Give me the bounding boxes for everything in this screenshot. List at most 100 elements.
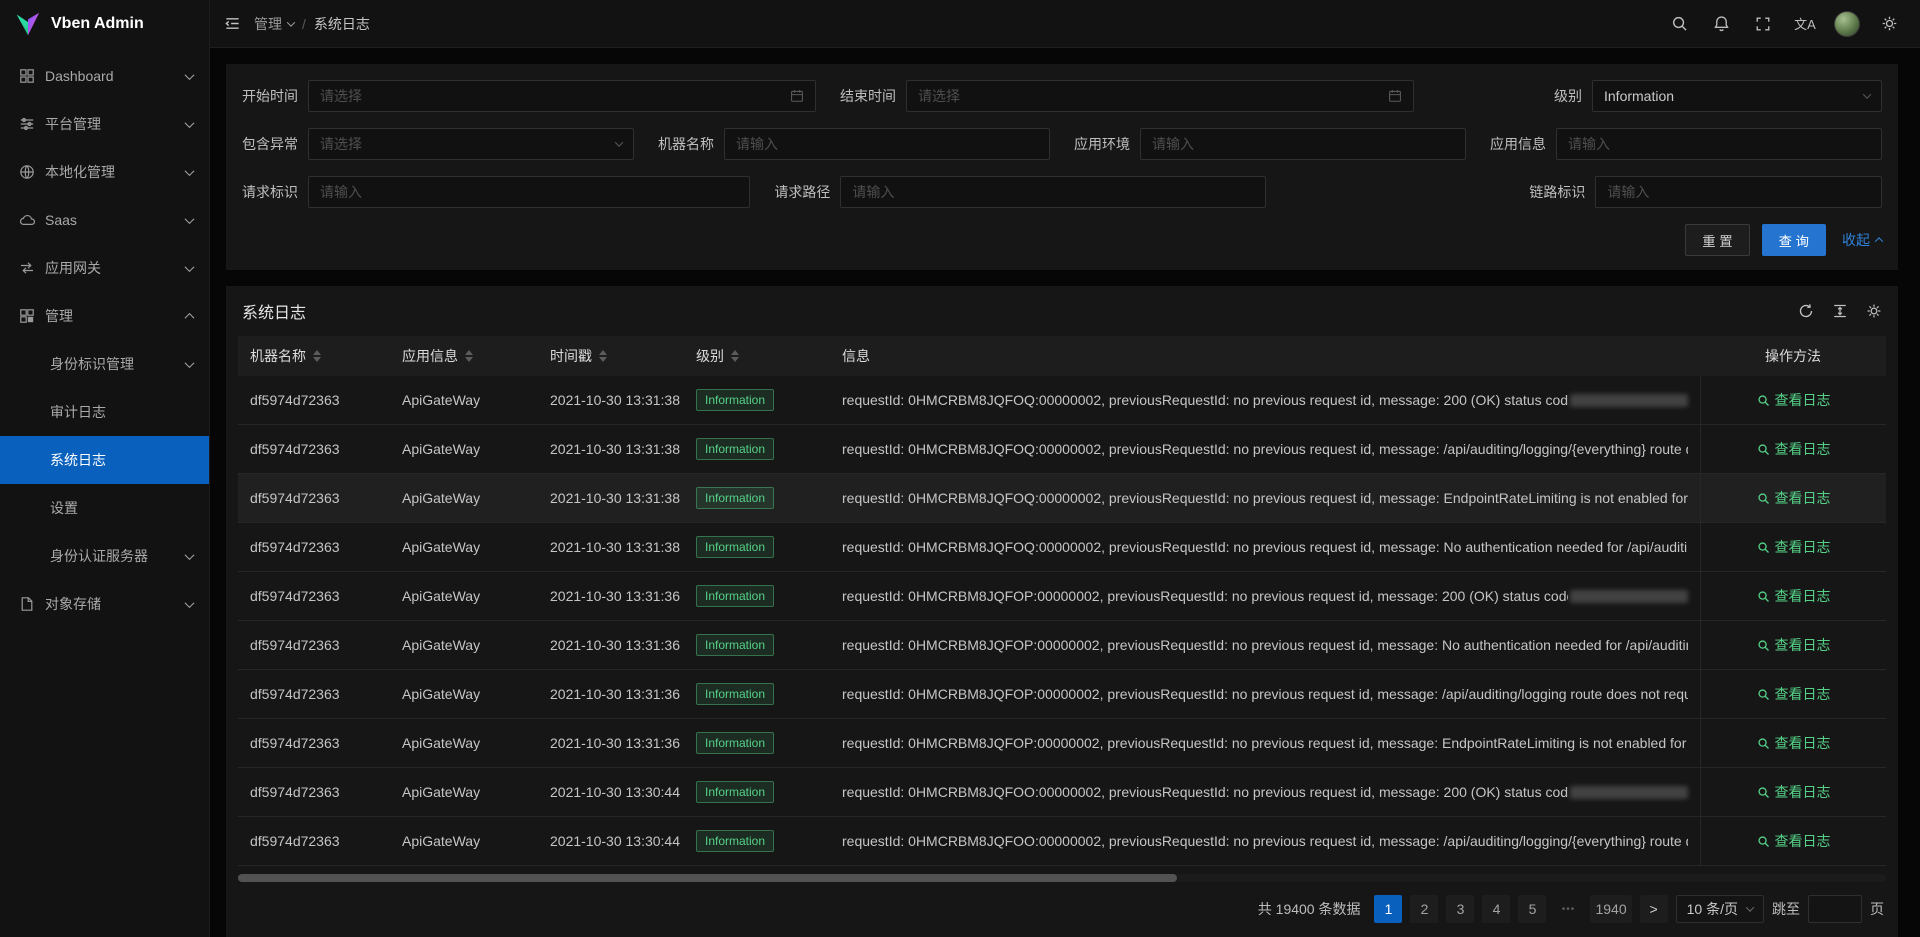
view-log-link[interactable]: 查看日志: [1757, 488, 1831, 508]
table-row[interactable]: df5974d72363 ApiGateWay 2021-10-30 13:30…: [238, 768, 1886, 817]
sidebar-item-localization[interactable]: 本地化管理: [0, 148, 209, 196]
search-icon[interactable]: [1658, 0, 1700, 48]
start-time-input-inner[interactable]: [320, 88, 782, 104]
sidebar-item-object-storage[interactable]: 对象存储: [0, 580, 209, 628]
end-time-input-inner[interactable]: [918, 88, 1380, 104]
column-header-machine-name[interactable]: 机器名称: [238, 346, 390, 366]
cell-message: requestId: 0HMCRBM8JQFOP:00000002, previ…: [830, 572, 1700, 620]
column-header-timestamp[interactable]: 时间戳: [538, 346, 684, 366]
request-id-input-inner[interactable]: [320, 184, 738, 200]
scrollbar-thumb[interactable]: [238, 874, 1177, 882]
machine-name-input[interactable]: [724, 128, 1050, 160]
view-log-link[interactable]: 查看日志: [1757, 390, 1831, 410]
app-logo[interactable]: Vben Admin: [0, 0, 209, 48]
column-label: 级别: [696, 346, 724, 366]
table-row[interactable]: df5974d72363 ApiGateWay 2021-10-30 13:31…: [238, 621, 1886, 670]
machine-name-input-inner[interactable]: [736, 136, 1038, 152]
avatar[interactable]: [1826, 0, 1868, 48]
breadcrumb-section[interactable]: 管理: [254, 14, 294, 34]
column-header-level[interactable]: 级别: [684, 346, 830, 366]
reset-button[interactable]: 重 置: [1685, 224, 1749, 256]
request-path-input-inner[interactable]: [852, 184, 1254, 200]
breadcrumb-separator: /: [302, 16, 306, 32]
sidebar-item-auth-server[interactable]: 身份认证服务器: [0, 532, 209, 580]
view-log-link[interactable]: 查看日志: [1757, 586, 1831, 606]
cell-message: requestId: 0HMCRBM8JQFOQ:00000002, previ…: [830, 425, 1700, 473]
table-row[interactable]: df5974d72363 ApiGateWay 2021-10-30 13:31…: [238, 670, 1886, 719]
pagination-page[interactable]: 1940: [1590, 895, 1631, 923]
settings-icon[interactable]: [1868, 0, 1910, 48]
table-row[interactable]: df5974d72363 ApiGateWay 2021-10-30 13:31…: [238, 523, 1886, 572]
query-button[interactable]: 查 询: [1762, 224, 1826, 256]
pagination-page[interactable]: 2: [1410, 895, 1438, 923]
request-path-input[interactable]: [840, 176, 1266, 208]
table-row[interactable]: df5974d72363 ApiGateWay 2021-10-30 13:31…: [238, 474, 1886, 523]
cell-timestamp: 2021-10-30 13:30:44: [538, 768, 684, 816]
app-info-input-inner[interactable]: [1568, 136, 1870, 152]
sidebar-item-audit-log[interactable]: 审计日志: [0, 388, 209, 436]
trace-id-input-inner[interactable]: [1607, 184, 1870, 200]
bell-icon[interactable]: [1700, 0, 1742, 48]
refresh-icon[interactable]: [1798, 303, 1814, 319]
view-log-link[interactable]: 查看日志: [1757, 831, 1831, 851]
view-log-link[interactable]: 查看日志: [1757, 733, 1831, 753]
table-row[interactable]: df5974d72363 ApiGateWay 2021-10-30 13:31…: [238, 425, 1886, 474]
table-row[interactable]: df5974d72363 ApiGateWay 2021-10-30 13:31…: [238, 376, 1886, 425]
page-size-select[interactable]: 10 条/页: [1676, 895, 1764, 923]
pagination-page[interactable]: 1: [1374, 895, 1402, 923]
chevron-up-icon: [185, 312, 195, 322]
sidebar-item-saas[interactable]: Saas: [0, 196, 209, 244]
sidebar-item-management[interactable]: 管理: [0, 292, 209, 340]
app-environment-input[interactable]: [1140, 128, 1466, 160]
fullscreen-icon[interactable]: [1742, 0, 1784, 48]
cell-message: requestId: 0HMCRBM8JQFOQ:00000002, previ…: [830, 523, 1700, 571]
has-exception-field: 包含异常 请选择: [242, 128, 634, 160]
end-time-input[interactable]: [906, 80, 1414, 112]
search-icon: [1757, 443, 1770, 456]
sidebar-item-identity-management[interactable]: 身份标识管理: [0, 340, 209, 388]
menu-fold-icon[interactable]: [210, 0, 254, 48]
column-height-icon[interactable]: [1832, 303, 1848, 319]
request-id-input[interactable]: [308, 176, 750, 208]
cell-machine-name: df5974d72363: [238, 719, 390, 767]
pagination-next-button[interactable]: >: [1640, 895, 1668, 923]
sidebar-item-label: Dashboard: [45, 68, 176, 84]
level-select[interactable]: Information: [1592, 80, 1882, 112]
table-row[interactable]: df5974d72363 ApiGateWay 2021-10-30 13:30…: [238, 817, 1886, 866]
trace-id-input[interactable]: [1595, 176, 1882, 208]
sidebar-item-settings[interactable]: 设置: [0, 484, 209, 532]
cell-message: requestId: 0HMCRBM8JQFOQ:00000002, previ…: [830, 474, 1700, 522]
translate-icon[interactable]: 文A: [1784, 0, 1826, 48]
jump-page-input[interactable]: [1808, 895, 1862, 923]
view-log-link[interactable]: 查看日志: [1757, 684, 1831, 704]
sidebar-item-system-log[interactable]: 系统日志: [0, 436, 209, 484]
horizontal-scrollbar[interactable]: [238, 874, 1886, 882]
start-time-input[interactable]: [308, 80, 816, 112]
table-row[interactable]: df5974d72363 ApiGateWay 2021-10-30 13:31…: [238, 719, 1886, 768]
request-id-field: 请求标识: [242, 176, 750, 208]
sidebar: Vben Admin Dashboard 平台管理 本地化管理: [0, 0, 210, 937]
sidebar-item-dashboard[interactable]: Dashboard: [0, 52, 209, 100]
app-environment-input-inner[interactable]: [1152, 136, 1454, 152]
pagination-page[interactable]: 4: [1482, 895, 1510, 923]
cell-app-info: ApiGateWay: [390, 523, 538, 571]
pagination-page[interactable]: 3: [1446, 895, 1474, 923]
view-log-link[interactable]: 查看日志: [1757, 635, 1831, 655]
view-log-label: 查看日志: [1775, 782, 1831, 802]
pagination-page[interactable]: •••: [1554, 895, 1582, 923]
app-info-input[interactable]: [1556, 128, 1882, 160]
pagination-page[interactable]: 5: [1518, 895, 1546, 923]
collapse-filter-link[interactable]: 收起: [1842, 230, 1882, 250]
column-header-app-info[interactable]: 应用信息: [390, 346, 538, 366]
table-row[interactable]: df5974d72363 ApiGateWay 2021-10-30 13:31…: [238, 572, 1886, 621]
sidebar-item-platform[interactable]: 平台管理: [0, 100, 209, 148]
cell-app-info: ApiGateWay: [390, 376, 538, 424]
view-log-link[interactable]: 查看日志: [1757, 537, 1831, 557]
view-log-link[interactable]: 查看日志: [1757, 782, 1831, 802]
has-exception-select[interactable]: 请选择: [308, 128, 634, 160]
level-badge: Information: [696, 389, 774, 411]
level-badge: Information: [696, 781, 774, 803]
view-log-link[interactable]: 查看日志: [1757, 439, 1831, 459]
settings-icon[interactable]: [1866, 303, 1882, 319]
sidebar-item-gateway[interactable]: 应用网关: [0, 244, 209, 292]
